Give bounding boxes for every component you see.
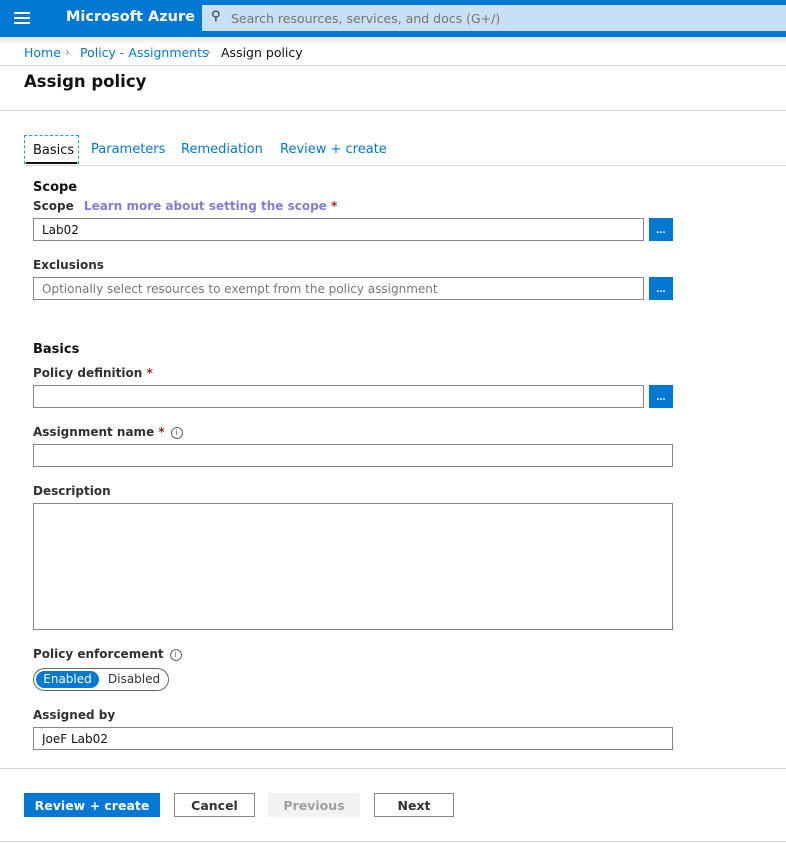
hamburger-menu-icon[interactable]	[14, 12, 30, 24]
enforcement-disabled-option[interactable]: Disabled	[108, 671, 160, 688]
section-scope: Scope	[33, 180, 78, 195]
chevron-right-icon: ›	[206, 45, 211, 59]
assignment-name-label: Assignment name * i	[33, 425, 183, 439]
footer-divider	[0, 768, 786, 769]
exclusions-label: Exclusions	[33, 258, 104, 272]
learn-more-scope-link[interactable]: Learn more about setting the scope	[84, 199, 327, 213]
search-input[interactable]	[202, 5, 786, 31]
chevron-right-icon: ›	[65, 45, 70, 59]
exclusions-browse-button[interactable]: ...	[649, 277, 673, 300]
policy-definition-label: Policy definition *	[33, 366, 153, 380]
tab-parameters[interactable]: Parameters	[91, 142, 165, 157]
scope-input[interactable]	[33, 218, 644, 241]
policy-definition-browse-button[interactable]: ...	[649, 385, 673, 408]
header-shadow	[0, 37, 786, 45]
assigned-by-input[interactable]	[33, 727, 673, 750]
scope-browse-button[interactable]: ...	[649, 218, 673, 241]
page-title: Assign policy	[24, 72, 147, 91]
policy-enforcement-label: Policy enforcement i	[33, 647, 182, 661]
section-basics: Basics	[33, 342, 80, 357]
policy-definition-input[interactable]	[33, 385, 644, 408]
breadcrumb-current: Assign policy	[221, 45, 303, 60]
breadcrumb-home[interactable]: Home	[24, 45, 61, 60]
tab-review-create[interactable]: Review + create	[280, 142, 387, 157]
tabs-divider	[24, 165, 786, 166]
cancel-button[interactable]: Cancel	[174, 793, 255, 817]
tab-remediation[interactable]: Remediation	[181, 142, 263, 157]
enforcement-enabled-option[interactable]: Enabled	[36, 671, 99, 688]
assigned-by-label: Assigned by	[33, 708, 116, 722]
tab-basics[interactable]: Basics	[24, 135, 79, 164]
required-marker: *	[331, 199, 338, 213]
policy-enforcement-toggle[interactable]: Enabled Disabled	[33, 668, 169, 691]
review-create-button[interactable]: Review + create	[24, 793, 160, 817]
divider	[0, 110, 786, 111]
scope-label: Scope Learn more about setting the scope…	[33, 199, 338, 213]
brand-logo[interactable]: Microsoft Azure	[66, 9, 195, 25]
next-button[interactable]: Next	[374, 793, 454, 817]
previous-button[interactable]: Previous	[268, 793, 360, 817]
exclusions-input[interactable]	[33, 277, 644, 300]
bottom-divider	[0, 841, 786, 842]
breadcrumb-policy-assignments[interactable]: Policy - Assignments	[80, 45, 209, 60]
divider	[0, 65, 786, 66]
description-textarea[interactable]	[33, 503, 673, 630]
info-icon[interactable]: i	[170, 426, 183, 439]
assignment-name-input[interactable]	[33, 444, 673, 467]
search-icon: ⚲	[211, 9, 221, 24]
description-label: Description	[33, 484, 111, 498]
info-icon[interactable]: i	[169, 648, 182, 661]
